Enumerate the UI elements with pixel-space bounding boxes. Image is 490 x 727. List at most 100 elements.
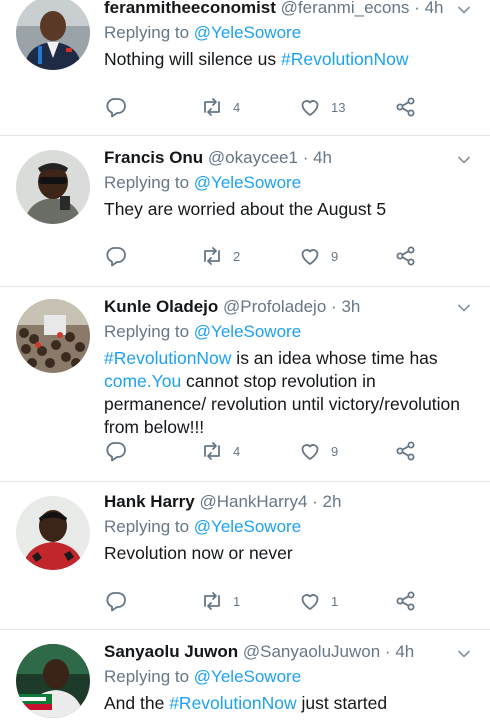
man-in-red-shirt-avatar-icon — [16, 496, 90, 570]
mention-link[interactable]: @YeleSowore — [194, 322, 301, 341]
user-handle[interactable]: @okaycee1 — [208, 148, 298, 167]
share-button[interactable] — [394, 243, 418, 269]
retweet-button[interactable]: 2 — [200, 243, 240, 269]
timestamp[interactable]: 2h — [323, 492, 342, 511]
chevron-down-icon[interactable] — [456, 646, 472, 662]
share-icon — [396, 97, 415, 117]
share-button[interactable] — [394, 588, 418, 614]
retweet-count: 1 — [233, 593, 241, 609]
tweet[interactable]: feranmitheeconomist @feranmi_econs · 4h … — [0, 0, 490, 136]
replying-to: Replying to @YeleSowore — [104, 667, 301, 687]
tweet-actions: 1 1 — [104, 588, 430, 614]
reply-icon — [106, 592, 126, 612]
tweet-text: And the #RevolutionNow just started — [104, 692, 480, 715]
reply-button[interactable] — [104, 94, 137, 120]
timestamp[interactable]: 4h — [313, 148, 332, 167]
retweet-button[interactable]: 4 — [200, 94, 240, 120]
like-count: 9 — [331, 248, 339, 264]
tweet-text: Nothing will silence us #RevolutionNow — [104, 48, 480, 71]
text-segment: just started — [296, 693, 388, 713]
like-button[interactable]: 9 — [298, 243, 338, 269]
replying-to: Replying to @YeleSowore — [104, 23, 301, 43]
hashtag-link[interactable]: #RevolutionNow — [104, 348, 231, 368]
mention-link[interactable]: @YeleSowore — [194, 173, 301, 192]
chevron-down-icon[interactable] — [456, 300, 472, 316]
timestamp[interactable]: 4h — [425, 0, 444, 17]
share-icon — [396, 441, 415, 461]
separator: · — [312, 492, 318, 511]
reply-button[interactable] — [104, 438, 137, 464]
reply-icon — [106, 98, 126, 118]
man-on-tv-avatar-icon — [16, 644, 90, 718]
tweet-actions: 2 9 — [104, 243, 430, 269]
tweet[interactable]: Francis Onu @okaycee1 · 4h Replying to @… — [0, 136, 490, 287]
avatar[interactable] — [16, 150, 90, 224]
timestamp[interactable]: 4h — [395, 642, 414, 661]
heart-icon — [301, 444, 319, 460]
like-button[interactable]: 9 — [298, 438, 338, 464]
tweet-text: Revolution now or never — [104, 542, 480, 565]
replying-to-label: Replying to — [104, 173, 190, 192]
retweet-button[interactable]: 1 — [200, 588, 240, 614]
user-handle[interactable]: @HankHarry4 — [199, 492, 307, 511]
retweet-button[interactable]: 4 — [200, 438, 240, 464]
retweet-icon — [204, 592, 220, 610]
like-count: 1 — [331, 593, 339, 609]
reply-button[interactable] — [104, 588, 137, 614]
chevron-down-icon[interactable] — [456, 152, 472, 168]
separator: · — [331, 297, 337, 316]
mention-link[interactable]: @YeleSowore — [194, 667, 301, 686]
tweet-actions: 4 13 — [104, 94, 430, 120]
mention-link[interactable]: @YeleSowore — [194, 517, 301, 536]
replying-to: Replying to @YeleSowore — [104, 322, 301, 342]
retweet-icon — [204, 98, 220, 116]
tweet-header: Hank Harry @HankHarry4 · 2h — [104, 492, 450, 512]
display-name[interactable]: feranmitheeconomist — [104, 0, 276, 17]
tweet-header: Sanyaolu Juwon @SanyaoluJuwon · 4h — [104, 642, 450, 662]
man-in-suit-avatar-icon — [16, 0, 90, 70]
tweet[interactable]: Hank Harry @HankHarry4 · 2h Replying to … — [0, 482, 490, 630]
heart-icon — [301, 100, 319, 116]
display-name[interactable]: Hank Harry — [104, 492, 195, 511]
display-name[interactable]: Sanyaolu Juwon — [104, 642, 238, 661]
heart-icon — [301, 249, 319, 265]
reply-button[interactable] — [104, 243, 137, 269]
share-button[interactable] — [394, 94, 418, 120]
retweet-count: 2 — [233, 248, 241, 264]
separator: · — [414, 0, 420, 17]
man-with-sunglasses-avatar-icon — [16, 150, 90, 224]
tweet-text: They are worried about the August 5 — [104, 198, 480, 221]
share-button[interactable] — [394, 438, 418, 464]
chevron-down-icon[interactable] — [456, 2, 472, 18]
tweet-actions: 4 9 — [104, 438, 430, 464]
heart-icon — [301, 594, 319, 610]
hashtag-link[interactable]: #RevolutionNow — [169, 693, 296, 713]
avatar[interactable] — [16, 496, 90, 570]
user-handle[interactable]: @Profoladejo — [223, 297, 326, 316]
mention-link[interactable]: @YeleSowore — [194, 23, 301, 42]
share-icon — [396, 246, 415, 266]
display-name[interactable]: Kunle Oladejo — [104, 297, 218, 316]
reply-icon — [106, 442, 126, 462]
text-segment: And the — [104, 693, 170, 713]
display-name[interactable]: Francis Onu — [104, 148, 203, 167]
tweet-header: Francis Onu @okaycee1 · 4h — [104, 148, 450, 168]
text-link[interactable]: come.You — [104, 371, 181, 391]
timestamp[interactable]: 3h — [341, 297, 360, 316]
replying-to-label: Replying to — [104, 322, 190, 341]
like-button[interactable]: 1 — [298, 588, 338, 614]
tweet[interactable]: Kunle Oladejo @Profoladejo · 3h Replying… — [0, 287, 490, 482]
user-handle[interactable]: @SanyaoluJuwon — [243, 642, 380, 661]
tweet[interactable]: Sanyaolu Juwon @SanyaoluJuwon · 4h Reply… — [0, 630, 490, 727]
replying-to-label: Replying to — [104, 23, 190, 42]
separator: · — [384, 642, 391, 661]
hashtag-link[interactable]: #RevolutionNow — [281, 49, 408, 69]
tweet-header: feranmitheeconomist @feranmi_econs · 4h — [104, 0, 450, 18]
user-handle[interactable]: @feranmi_econs — [281, 0, 410, 17]
retweet-icon — [204, 442, 220, 460]
avatar[interactable] — [16, 299, 90, 373]
crowd-avatar-icon — [16, 299, 90, 373]
avatar[interactable] — [16, 644, 90, 718]
avatar[interactable] — [16, 0, 90, 70]
like-button[interactable]: 13 — [298, 94, 345, 120]
